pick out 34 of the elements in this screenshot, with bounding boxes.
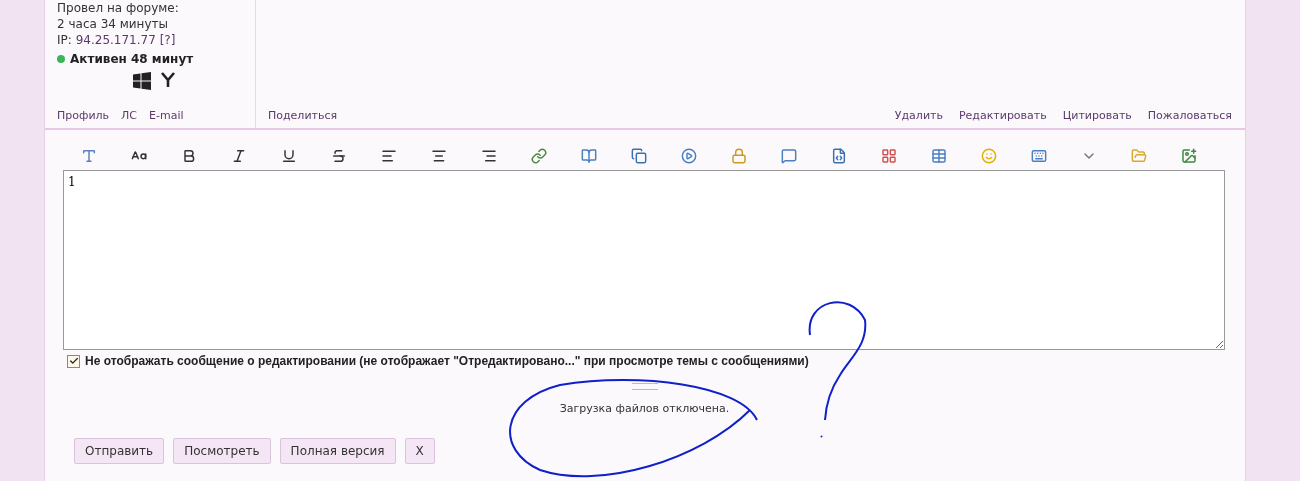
table-icon[interactable] (929, 146, 949, 166)
upload-disabled-text: Загрузка файлов отключена. (558, 402, 731, 415)
copy-icon[interactable] (629, 146, 649, 166)
user-info-text: 2 часа 34 минуты (57, 16, 169, 32)
ip-help-link[interactable]: [?] (159, 33, 176, 47)
profile-link[interactable]: E-mail (149, 109, 184, 122)
share-link[interactable]: Поделиться (268, 109, 338, 122)
windows-logo-icon (133, 72, 151, 90)
color-grid-icon[interactable] (879, 146, 899, 166)
post-action-link[interactable]: Удалить (894, 109, 943, 122)
post-action-link[interactable]: Редактировать (958, 109, 1047, 122)
user-info-text: Провел на форуме: (57, 0, 180, 16)
ip-label: IP: (57, 33, 73, 47)
browser-logo-icon (161, 72, 175, 88)
form-button[interactable]: X (404, 438, 435, 464)
play-icon[interactable] (679, 146, 699, 166)
book-icon[interactable] (579, 146, 599, 166)
checkbox-label: Не отображать сообщение о редактировании (не отображает "Отредактировано..." при просмотре темы с сообщениями) (85, 354, 809, 368)
lock-icon[interactable] (729, 146, 749, 166)
activity-text: Активен 48 минут (70, 52, 194, 66)
post-action-link[interactable]: Цитировать (1062, 109, 1132, 122)
post-action-link[interactable]: Пожаловаться (1147, 109, 1232, 122)
form-button[interactable]: Отправить (74, 438, 165, 464)
checkbox[interactable] (67, 354, 80, 368)
form-button[interactable]: Посмотреть (173, 438, 271, 464)
resize-handle[interactable] (631, 383, 658, 390)
link-icon[interactable] (529, 146, 549, 166)
speech-bubble-icon[interactable] (779, 146, 799, 166)
message-textarea[interactable]: 1 (63, 170, 1225, 350)
profile-link[interactable]: ЛС (121, 109, 137, 122)
profile-link[interactable]: Профиль (57, 109, 110, 122)
ip-address-link[interactable]: 94.25.171.77 (75, 33, 156, 47)
image-edit-icon[interactable] (1179, 146, 1199, 166)
form-button[interactable]: Полная версия (279, 438, 396, 464)
